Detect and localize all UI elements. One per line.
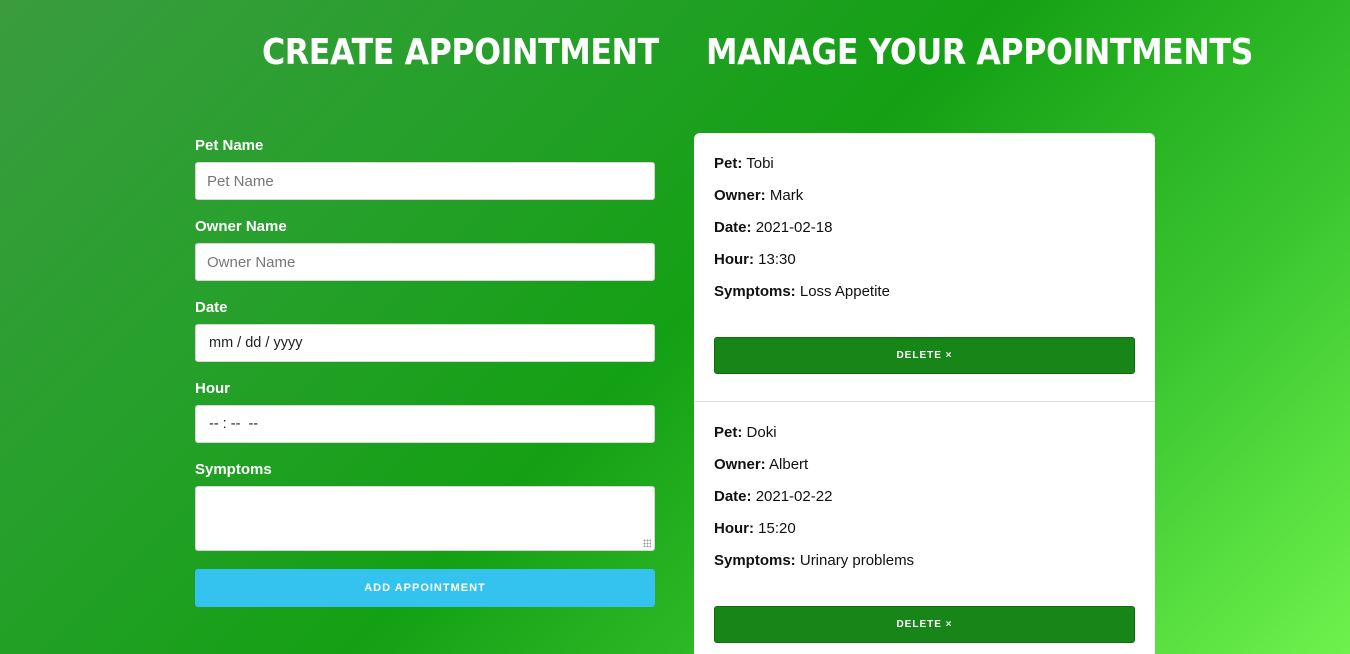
symptoms-value: Loss Appetite xyxy=(799,283,890,300)
owner-field-label: Owner: xyxy=(714,456,766,473)
owner-value: Mark xyxy=(769,187,804,204)
date-value: 2021-02-18 xyxy=(755,219,833,236)
appointment-date: Date: 2021-02-18 xyxy=(714,217,1135,249)
hour-field-label: Hour: xyxy=(714,251,754,268)
symptoms-field-label: Symptoms: xyxy=(714,283,796,300)
hour-label: Hour xyxy=(195,380,230,397)
appointment-hour: Hour: 15:20 xyxy=(714,518,1135,550)
delete-appointment-button[interactable]: Delete × xyxy=(714,606,1135,643)
hour-value: 13:30 xyxy=(758,251,796,268)
add-appointment-button[interactable]: Add Appointment xyxy=(195,569,655,607)
date-field-label: Date: xyxy=(714,219,752,236)
appointment-owner: Owner: Mark xyxy=(714,185,1135,217)
owner-field-label: Owner: xyxy=(714,187,766,204)
pet-name-input[interactable]: Pet Name xyxy=(195,162,655,200)
appointment-pet: Pet: Tobi xyxy=(714,153,1135,185)
owner-value: Albert xyxy=(769,456,809,473)
hour-input-display: -- : -- -- xyxy=(209,416,259,432)
appointment-owner: Owner: Albert xyxy=(714,454,1135,486)
pet-name-placeholder: Pet Name xyxy=(207,172,274,190)
create-appointment-form: Pet Name Pet Name Owner Name Owner Name … xyxy=(195,134,655,607)
pet-value: Tobi xyxy=(746,155,774,172)
symptoms-value: Urinary problems xyxy=(799,552,915,569)
delete-appointment-button[interactable]: Delete × xyxy=(714,337,1135,374)
pet-field-label: Pet: xyxy=(714,424,743,441)
hour-value: 15:20 xyxy=(758,520,796,537)
pet-name-label: Pet Name xyxy=(195,137,264,154)
hour-input[interactable]: -- : -- -- xyxy=(195,405,655,443)
create-appointment-heading: Create Appointment xyxy=(262,32,659,73)
appointments-panel: Pet: Tobi Owner: Mark Date: 2021-02-18 H… xyxy=(694,133,1155,654)
symptoms-field-label: Symptoms: xyxy=(714,552,796,569)
appointment-hour: Hour: 13:30 xyxy=(714,249,1135,281)
appointment-pet: Pet: Doki xyxy=(714,422,1135,454)
date-value: 2021-02-22 xyxy=(755,488,833,505)
appointment-symptoms: Symptoms: Urinary problems xyxy=(714,550,1135,582)
owner-name-input[interactable]: Owner Name xyxy=(195,243,655,281)
pet-field-label: Pet: xyxy=(714,155,743,172)
pet-value: Doki xyxy=(746,424,777,441)
delete-button-label: Delete × xyxy=(896,350,953,361)
date-input-display: mm / dd / yyyy xyxy=(209,335,303,351)
owner-name-placeholder: Owner Name xyxy=(207,253,296,271)
appointment-date: Date: 2021-02-22 xyxy=(714,486,1135,518)
symptoms-label: Symptoms xyxy=(195,461,272,478)
hour-field-label: Hour: xyxy=(714,520,754,537)
appointment-card: Pet: Tobi Owner: Mark Date: 2021-02-18 H… xyxy=(694,133,1155,402)
add-appointment-button-label: Add Appointment xyxy=(364,582,486,594)
manage-appointments-heading: Manage your Appointments xyxy=(706,32,1253,73)
symptoms-textarea[interactable] xyxy=(195,486,655,551)
date-label: Date xyxy=(195,299,228,316)
date-field-label: Date: xyxy=(714,488,752,505)
date-input[interactable]: mm / dd / yyyy xyxy=(195,324,655,362)
appointment-symptoms: Symptoms: Loss Appetite xyxy=(714,281,1135,313)
delete-button-label: Delete × xyxy=(896,619,953,630)
owner-name-label: Owner Name xyxy=(195,218,287,235)
resize-grip-icon[interactable] xyxy=(643,539,651,547)
appointment-card: Pet: Doki Owner: Albert Date: 2021-02-22… xyxy=(694,402,1155,654)
